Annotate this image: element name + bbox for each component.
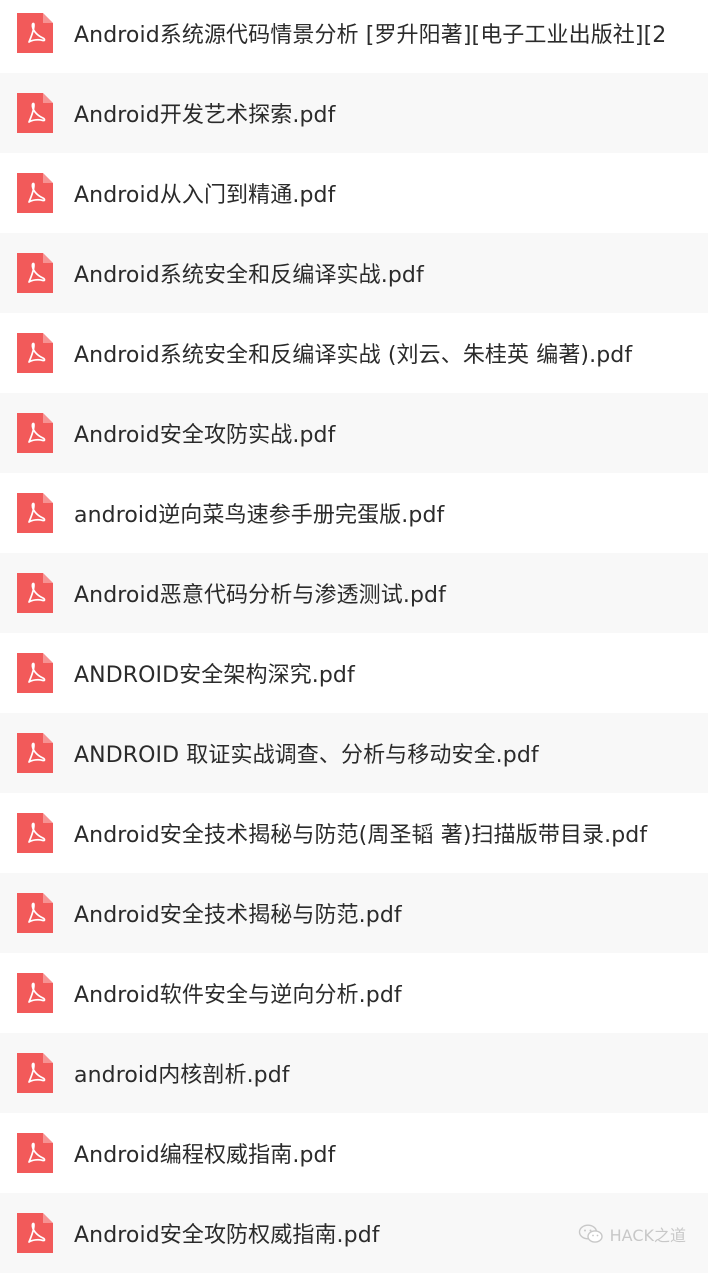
file-row[interactable]: Android系统源代码情景分析 [罗升阳著][电子工业出版社][2 (0, 0, 708, 73)
file-name: Android安全攻防权威指南.pdf (74, 1223, 380, 1248)
pdf-icon (17, 973, 53, 1013)
file-name: Android软件安全与逆向分析.pdf (74, 983, 402, 1008)
file-row[interactable]: ANDROID安全架构深究.pdf (0, 633, 708, 713)
pdf-icon (17, 893, 53, 933)
file-row[interactable]: Android开发艺术探索.pdf (0, 73, 708, 153)
file-name: Android系统安全和反编译实战 (刘云、朱桂英 编著).pdf (74, 343, 633, 368)
pdf-icon (17, 573, 53, 613)
pdf-icon (17, 173, 53, 213)
pdf-icon (17, 1133, 53, 1173)
file-row[interactable]: Android恶意代码分析与渗透测试.pdf (0, 553, 708, 633)
file-row[interactable]: Android编程权威指南.pdf (0, 1113, 708, 1193)
pdf-icon (17, 733, 53, 773)
file-name: Android系统源代码情景分析 [罗升阳著][电子工业出版社][2 (74, 23, 667, 48)
pdf-icon (17, 653, 53, 693)
file-row[interactable]: Android安全技术揭秘与防范.pdf (0, 873, 708, 953)
file-row[interactable]: ANDROID 取证实战调查、分析与移动安全.pdf (0, 713, 708, 793)
file-row[interactable]: android逆向菜鸟速参手册完蛋版.pdf (0, 473, 708, 553)
pdf-icon (17, 93, 53, 133)
file-name: ANDROID 取证实战调查、分析与移动安全.pdf (74, 743, 539, 768)
pdf-icon (17, 1213, 53, 1253)
watermark-text: HACK之道 (609, 1226, 686, 1245)
pdf-icon (17, 333, 53, 373)
file-name: Android安全技术揭秘与防范(周圣韬 著)扫描版带目录.pdf (74, 823, 648, 848)
file-row[interactable]: Android系统安全和反编译实战.pdf (0, 233, 708, 313)
pdf-icon (17, 13, 53, 53)
file-name: Android编程权威指南.pdf (74, 1143, 336, 1168)
file-name: Android从入门到精通.pdf (74, 183, 336, 208)
file-row[interactable]: Android系统安全和反编译实战 (刘云、朱桂英 编著).pdf (0, 313, 708, 393)
wechat-icon (578, 1224, 603, 1243)
file-list: Android系统源代码情景分析 [罗升阳著][电子工业出版社][2 Androi… (0, 0, 708, 1273)
watermark: HACK之道 (578, 1222, 686, 1246)
file-row[interactable]: Android安全攻防实战.pdf (0, 393, 708, 473)
pdf-icon (17, 253, 53, 293)
pdf-icon (17, 813, 53, 853)
file-name: Android安全攻防实战.pdf (74, 423, 336, 448)
pdf-icon (17, 493, 53, 533)
pdf-icon (17, 1053, 53, 1093)
file-row[interactable]: Android软件安全与逆向分析.pdf (0, 953, 708, 1033)
file-name: Android恶意代码分析与渗透测试.pdf (74, 583, 446, 608)
file-row[interactable]: Android从入门到精通.pdf (0, 153, 708, 233)
file-row[interactable]: android内核剖析.pdf (0, 1033, 708, 1113)
file-name: ANDROID安全架构深究.pdf (74, 663, 355, 688)
pdf-icon (17, 413, 53, 453)
file-row[interactable]: Android安全技术揭秘与防范(周圣韬 著)扫描版带目录.pdf (0, 793, 708, 873)
file-name: android内核剖析.pdf (74, 1063, 290, 1088)
file-name: Android系统安全和反编译实战.pdf (74, 263, 424, 288)
file-name: Android安全技术揭秘与防范.pdf (74, 903, 402, 928)
file-name: Android开发艺术探索.pdf (74, 103, 336, 128)
file-name: android逆向菜鸟速参手册完蛋版.pdf (74, 503, 445, 528)
